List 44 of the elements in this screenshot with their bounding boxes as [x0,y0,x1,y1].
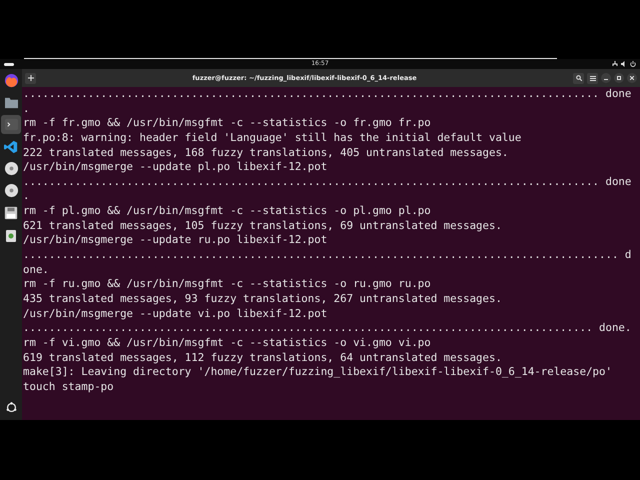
terminal-line: /usr/bin/msgmerge --update pl.po libexif-12.pot [23,160,328,175]
search-icon [576,75,582,81]
terminal-line: ............................................................................................ d [23,248,632,263]
menu-icon [590,76,596,80]
terminal-line: 435 translated messages, 93 fuzzy translations, 267 untranslated messages. [23,292,503,307]
minimize-button[interactable] [601,73,611,83]
close-icon [630,76,634,80]
terminal-line: ........................................................................................ done. [23,321,632,336]
terminal-line: 222 translated messages, 168 fuzzy translations, 405 untranslated messages. [23,146,510,160]
terminal-line: rm -f ru.gmo && /usr/bin/msgfmt -c --statistics -o ru.gmo ru.po [23,277,432,292]
terminal-line: 621 translated messages, 105 fuzzy translations, 69 untranslated messages. [23,218,503,234]
terminal-line: rm -f vi.gmo && /usr/bin/msgfmt -c --statistics -o vi.gmo vi.po [23,336,432,351]
terminal-line: fr.po:8: warning: header field 'Language' still has the initial default value [23,130,522,146]
terminal-line: /usr/bin/msgmerge --update ru.po libexif-12.pot [23,233,328,248]
plus-icon [28,75,34,81]
volume-icon[interactable] [621,61,627,67]
terminal-line: . [23,189,30,204]
terminal-icon [4,118,18,131]
terminal-line: ......................................................................................... done [23,87,632,102]
minimize-icon [604,76,608,80]
activities-indicator[interactable] [4,62,14,66]
terminal-line: rm -f pl.gmo && /usr/bin/msgfmt -c --statistics -o pl.gmo pl.po [23,204,432,219]
circle-of-friends-icon [6,402,16,412]
terminal-line: make[3]: Leaving directory '/home/fuzzer/fuzzing_libexif/libexif-libexif-0_6_14-release/po' [23,365,613,380]
globe-fox-icon [4,73,18,88]
maximize-icon [617,76,621,80]
close-button[interactable] [627,73,637,83]
maximize-button[interactable] [614,73,624,83]
code-editor-icon [4,140,18,154]
terminal-line: /usr/bin/msgmerge --update vi.po libexif-12.pot [23,306,328,322]
folder-icon [4,96,18,109]
disc-icon [4,161,18,176]
search-button[interactable] [573,72,584,84]
menu-button[interactable] [587,72,598,84]
disc-icon [4,183,18,198]
new-tab-button[interactable] [25,72,36,84]
terminal-line: . [23,102,30,116]
power-icon[interactable] [630,61,636,67]
terminal-line: ......................................................................................... done [23,174,632,190]
terminal-line: rm -f fr.gmo && /usr/bin/msgfmt -c --statistics -o fr.gmo fr.po [23,116,432,131]
network-icon[interactable] [612,61,618,67]
terminal-line: touch stamp-po [23,380,115,394]
terminal-line: 619 translated messages, 112 fuzzy translations, 64 untranslated messages. [23,350,503,366]
terminal-line: one. [23,262,50,278]
